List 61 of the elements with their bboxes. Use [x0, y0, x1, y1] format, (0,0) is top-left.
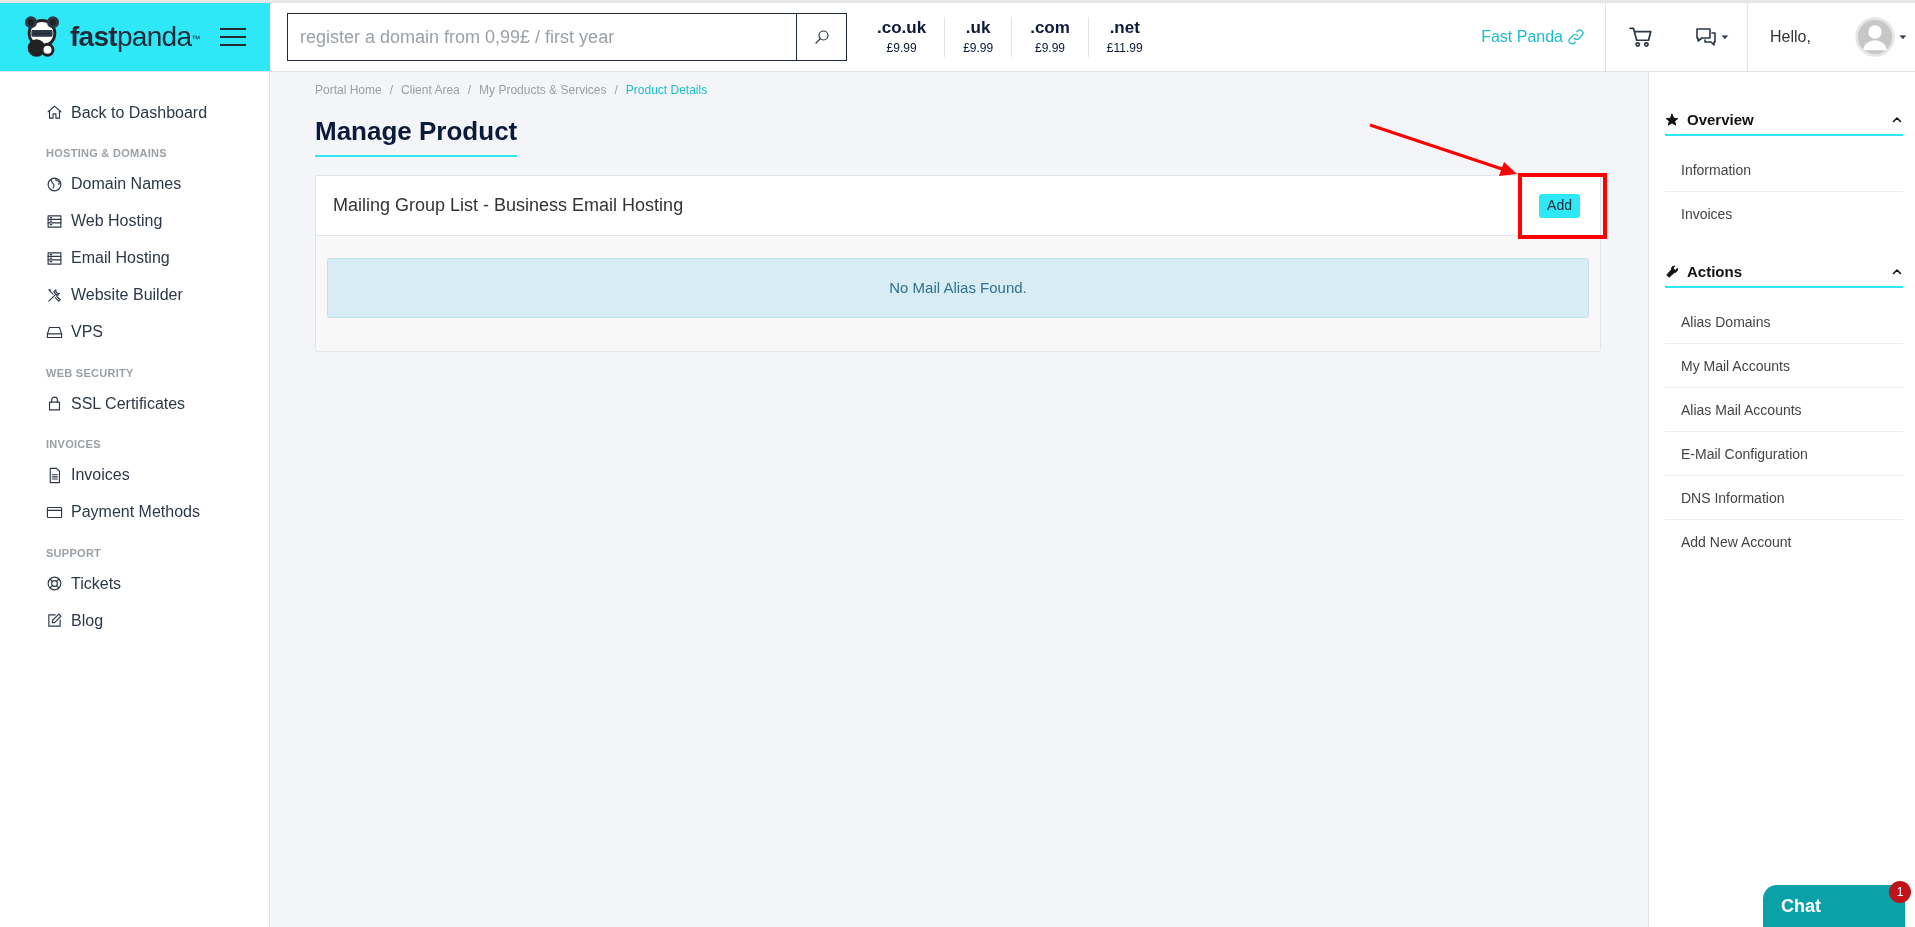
edit-icon — [46, 612, 63, 629]
sidebar-item[interactable]: SSL Certificates — [46, 385, 269, 422]
home-icon — [46, 104, 63, 121]
tld-name[interactable]: .com — [1030, 17, 1070, 39]
wrench-icon — [1665, 265, 1679, 279]
server-icon — [46, 212, 63, 230]
tld-name[interactable]: .uk — [965, 17, 991, 39]
section-heading: HOSTING & DOMAINS — [46, 146, 168, 161]
star-icon — [1665, 113, 1679, 127]
sidebar-item[interactable]: Invoices — [46, 456, 269, 494]
tld-price: £9.99 — [963, 40, 994, 57]
greeting-text: Hello, — [1770, 27, 1811, 47]
panel-link[interactable]: Invoices — [1665, 192, 1903, 236]
chat-bubbles-icon — [1693, 25, 1718, 49]
lifebuoy-icon — [46, 575, 63, 592]
breadcrumb-separator: / — [467, 82, 472, 99]
sidebar-item[interactable]: Domain Names — [46, 165, 269, 203]
server-icon — [46, 249, 63, 267]
page-title: Manage Product — [315, 112, 518, 157]
brand-logo: fastpanda$^{™}$ — [70, 20, 200, 54]
globe-icon — [46, 175, 63, 193]
tld-name[interactable]: .co.uk — [877, 17, 927, 39]
avatar-icon — [1855, 17, 1895, 57]
section-heading: WEB SECURITY — [46, 365, 135, 381]
section-heading: INVOICES — [46, 437, 102, 452]
breadcrumb-separator: / — [614, 82, 618, 99]
panel-link[interactable]: Add New Account — [1665, 520, 1903, 564]
tld-price: £11.99 — [1106, 40, 1143, 57]
sidebar-item[interactable]: Website Builder — [46, 276, 269, 314]
caret-icon — [1720, 33, 1729, 41]
sidebar-item[interactable]: Payment Methods — [46, 493, 269, 531]
panel-link[interactable]: E-Mail Configuration — [1665, 432, 1903, 476]
sidebar-item[interactable]: Blog — [46, 602, 269, 639]
sidebar-item[interactable]: Email Hosting — [46, 239, 269, 277]
sidebar-item[interactable]: VPS — [46, 313, 269, 351]
search-button[interactable] — [797, 13, 847, 61]
section-heading: SUPPORT — [46, 545, 103, 561]
panel-link[interactable]: My Mail Accounts — [1665, 344, 1903, 388]
link-icon — [1567, 28, 1585, 46]
panel-link[interactable]: Information — [1665, 148, 1903, 192]
card-title: Mailing Group List - Business Email Hosting — [333, 194, 684, 217]
lock-icon — [46, 395, 63, 412]
panel-heading: Overview — [1687, 109, 1754, 130]
panel-heading: Actions — [1687, 261, 1742, 282]
empty-alert: No Mail Alias Found. — [327, 258, 1589, 318]
tld-price: £9.99 — [1035, 40, 1065, 57]
add-button[interactable]: Add — [1539, 193, 1580, 218]
menu-button[interactable] — [219, 26, 246, 48]
sidebar-item[interactable]: Back to Dashboard — [46, 94, 269, 131]
tld-name[interactable]: .net — [1109, 17, 1140, 39]
cart-icon — [1627, 24, 1654, 50]
panel-link[interactable]: Alias Mail Accounts — [1665, 388, 1903, 432]
sidebar-item[interactable]: Tickets — [46, 565, 269, 602]
caret-icon — [1899, 33, 1907, 41]
tools-icon — [46, 286, 63, 304]
tld-price: £9.99 — [886, 40, 917, 57]
panel-link[interactable]: Alias Domains — [1665, 300, 1903, 344]
search-field[interactable]: register a domain from 0,99£ / first year — [287, 13, 797, 61]
panel-link[interactable]: DNS Information — [1665, 476, 1903, 520]
breadcrumb-separator: / — [389, 82, 394, 99]
sidebar-item[interactable]: Web Hosting — [46, 202, 269, 240]
